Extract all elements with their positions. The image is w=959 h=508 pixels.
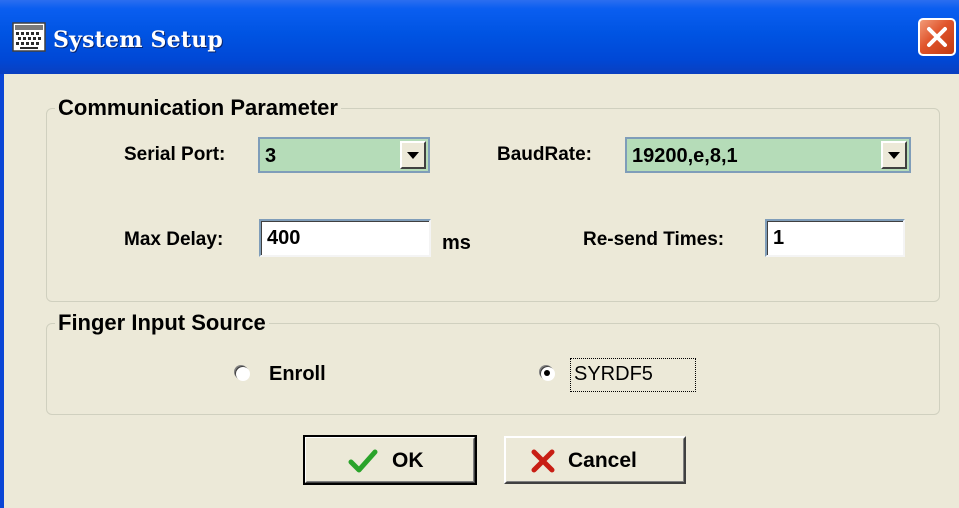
finger-input-source-legend: Finger Input Source — [55, 310, 269, 336]
radio-selected-dot — [544, 370, 550, 376]
max-delay-field[interactable] — [259, 219, 431, 257]
title-bar[interactable]: System Setup — [0, 0, 959, 74]
system-setup-window: System Setup Communication Parameter Ser… — [0, 0, 959, 508]
baudrate-label: BaudRate: — [497, 144, 593, 165]
app-icon — [12, 22, 46, 52]
serial-port-select[interactable]: 3 — [258, 137, 430, 173]
baudrate-dropdown-button[interactable] — [881, 141, 907, 169]
serial-port-value: 3 — [265, 145, 277, 167]
cancel-label: Cancel — [568, 449, 637, 472]
max-delay-input[interactable] — [261, 221, 429, 255]
ok-button[interactable]: OK — [303, 435, 477, 485]
x-icon — [531, 449, 555, 473]
baudrate-value: 19200,e,8,1 — [632, 145, 738, 167]
syrdf5-label[interactable]: SYRDF5 — [574, 362, 653, 386]
max-delay-label: Max Delay: — [124, 229, 224, 250]
checkmark-icon — [348, 449, 378, 473]
cancel-button[interactable]: Cancel — [504, 436, 686, 484]
resend-times-label: Re-send Times: — [583, 229, 725, 250]
chevron-down-icon — [888, 152, 900, 159]
serial-port-dropdown-button[interactable] — [400, 141, 426, 169]
syrdf5-radio[interactable] — [540, 366, 554, 380]
ok-label: OK — [392, 449, 424, 472]
dialog-body: Communication Parameter Serial Port: 3 B… — [4, 74, 959, 508]
enroll-radio[interactable] — [235, 366, 249, 380]
resend-times-input[interactable] — [767, 221, 903, 255]
max-delay-unit: ms — [442, 232, 471, 254]
close-button[interactable] — [918, 18, 956, 56]
window-title: System Setup — [53, 27, 223, 53]
chevron-down-icon — [407, 152, 419, 159]
finger-input-source-group: Finger Input Source — [46, 310, 940, 415]
enroll-label[interactable]: Enroll — [269, 362, 326, 386]
communication-parameter-legend: Communication Parameter — [55, 95, 341, 121]
close-icon — [927, 27, 947, 47]
serial-port-label: Serial Port: — [124, 144, 226, 165]
resend-times-field[interactable] — [765, 219, 905, 257]
baudrate-select[interactable]: 19200,e,8,1 — [625, 137, 911, 173]
